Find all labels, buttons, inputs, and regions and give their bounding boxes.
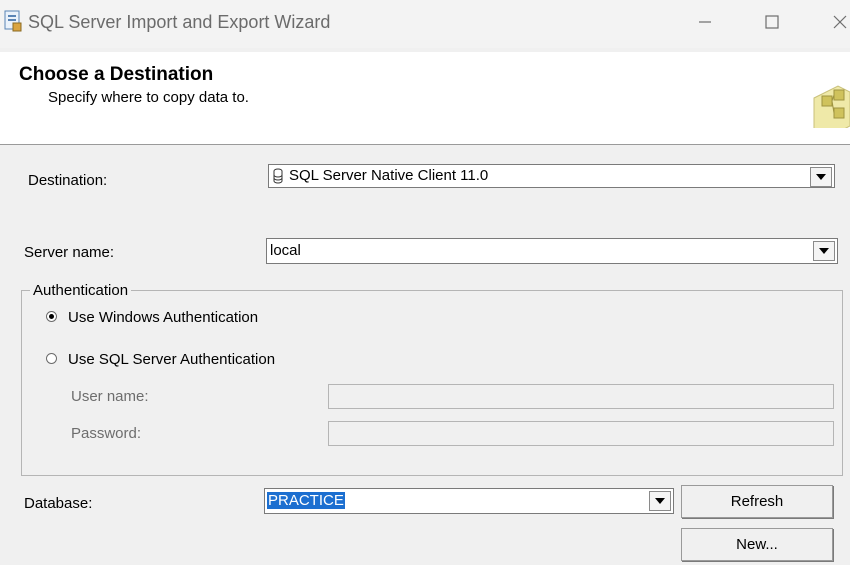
page-title: Choose a Destination xyxy=(19,64,214,85)
chevron-down-icon xyxy=(816,174,826,180)
close-button[interactable] xyxy=(825,8,850,36)
password-field[interactable] xyxy=(328,421,834,446)
new-database-button[interactable]: New... xyxy=(681,528,833,561)
server-name-dropdown-button[interactable] xyxy=(813,241,835,261)
window-title: SQL Server Import and Export Wizard xyxy=(28,12,331,32)
radio-unselected-icon xyxy=(46,353,57,364)
chevron-down-icon xyxy=(819,248,829,254)
sql-auth-label[interactable]: Use SQL Server Authentication xyxy=(68,351,275,368)
database-combo[interactable]: PRACTICE xyxy=(264,488,674,514)
server-name-label: Server name: xyxy=(24,244,115,261)
page-subtitle: Specify where to copy data to. xyxy=(48,89,249,106)
username-label: User name: xyxy=(71,388,149,405)
chevron-down-icon xyxy=(655,498,665,504)
database-label: Database: xyxy=(24,495,93,512)
destination-select[interactable]: SQL Server Native Client 11.0 xyxy=(268,164,835,188)
destination-label: Destination: xyxy=(28,172,108,189)
destination-dropdown-button[interactable] xyxy=(810,167,832,187)
minimize-button[interactable] xyxy=(690,8,720,36)
maximize-icon xyxy=(765,15,779,29)
database-dropdown-button[interactable] xyxy=(649,491,671,511)
destination-value: SQL Server Native Client 11.0 xyxy=(289,167,489,184)
database-value[interactable]: PRACTICE xyxy=(267,492,345,509)
server-name-value[interactable]: local xyxy=(270,242,301,259)
wizard-logo-icon xyxy=(808,68,850,139)
username-field[interactable] xyxy=(328,384,834,409)
sql-auth-radio[interactable] xyxy=(46,353,57,364)
authentication-group-label: Authentication xyxy=(30,282,132,299)
windows-auth-radio[interactable] xyxy=(46,311,57,322)
maximize-button[interactable] xyxy=(757,8,787,36)
password-label: Password: xyxy=(71,425,142,442)
wizard-header: Choose a Destination Specify where to co… xyxy=(0,52,850,145)
server-name-combo[interactable]: local xyxy=(266,238,838,264)
refresh-button[interactable]: Refresh xyxy=(681,485,833,518)
windows-auth-label[interactable]: Use Windows Authentication xyxy=(68,309,258,326)
close-icon xyxy=(833,15,847,29)
app-icon xyxy=(4,10,22,32)
minimize-icon xyxy=(699,21,711,23)
database-provider-icon xyxy=(273,168,283,188)
radio-selected-icon xyxy=(46,311,57,322)
